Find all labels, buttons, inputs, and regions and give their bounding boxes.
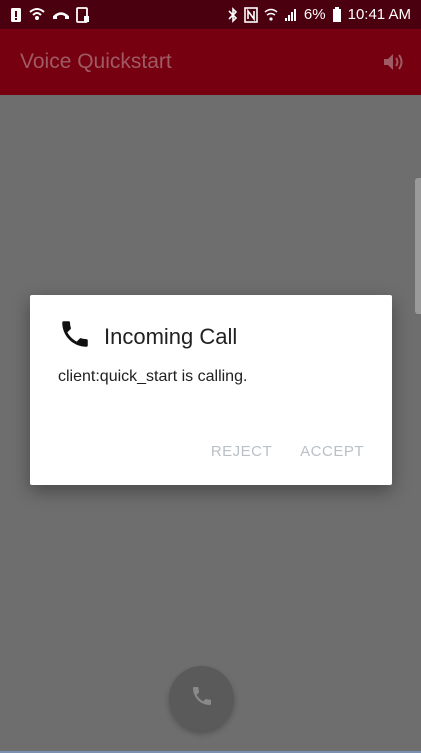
phone-icon [190,684,214,713]
bluetooth-icon [228,6,238,23]
status-bar: 6% 10:41 AM [0,0,421,29]
phone-icon [58,317,92,356]
accept-button[interactable]: ACCEPT [300,443,364,460]
status-time: 10:41 AM [347,6,411,23]
missed-call-icon [52,8,70,22]
wifi-call-icon [28,7,46,23]
app-bar: Voice Quickstart [0,29,421,95]
signal-icon [284,8,298,22]
battery-icon [332,6,342,23]
dialog-message: client:quick_start is calling. [58,368,248,385]
dialog-header: Incoming Call [58,317,237,356]
speaker-icon[interactable] [383,52,405,72]
status-left-icons [10,6,90,23]
battery-percent: 6% [303,6,326,23]
reject-button[interactable]: REJECT [211,443,272,460]
incoming-call-dialog: Incoming Call client:quick_start is call… [30,295,392,485]
app-title: Voice Quickstart [20,50,172,73]
scroll-handle[interactable] [415,178,421,314]
screenshot-icon [76,6,90,23]
alert-icon [10,7,22,23]
wifi-icon [264,8,278,22]
call-fab-button[interactable] [169,666,234,731]
nfc-icon [244,6,258,23]
dialog-actions: REJECT ACCEPT [211,443,364,460]
status-right-icons: 6% 10:41 AM [228,6,411,23]
dialog-title: Incoming Call [104,323,238,349]
